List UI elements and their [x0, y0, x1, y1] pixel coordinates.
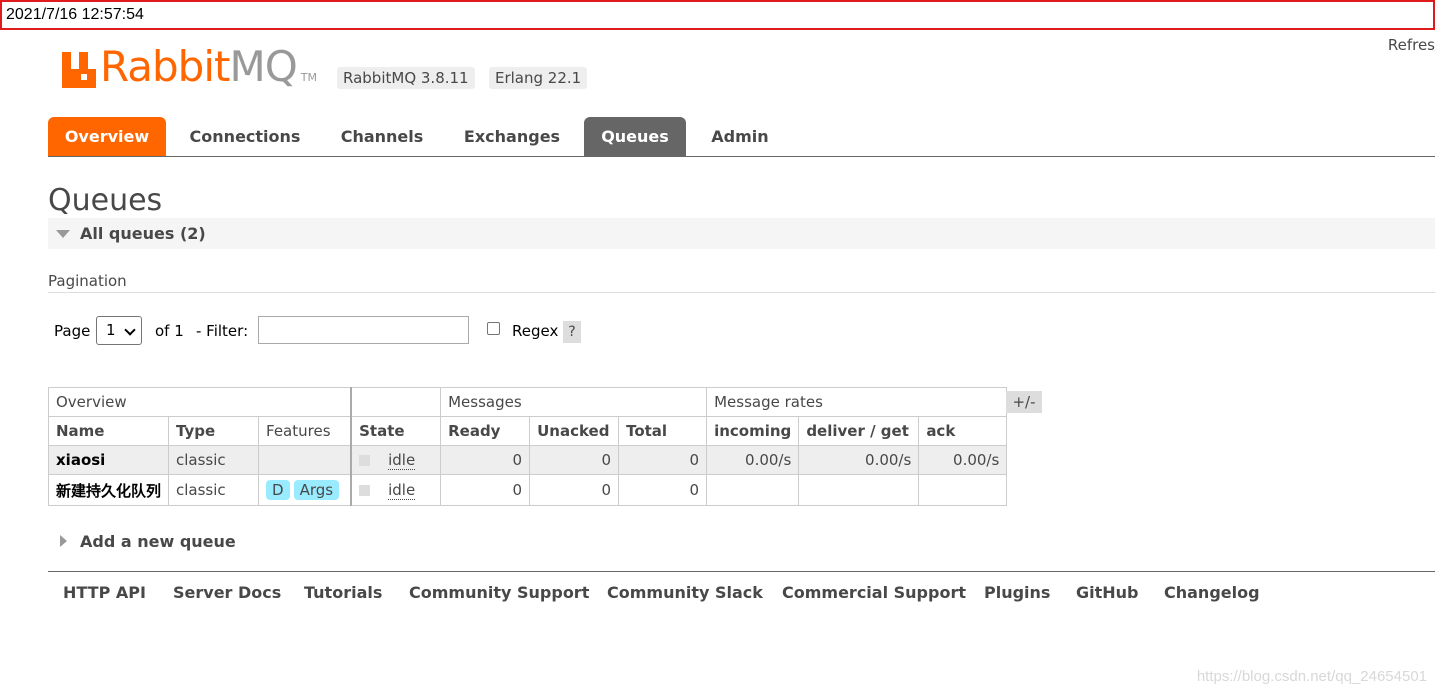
column-header-ready[interactable]: Ready — [440, 416, 531, 446]
toggle-columns-button[interactable]: +/- — [1006, 391, 1042, 413]
messages-total: 0 — [618, 445, 708, 475]
footer-link-community-slack[interactable]: Community Slack — [607, 583, 763, 602]
page-select[interactable]: 1 — [96, 316, 142, 345]
chevron-down-icon — [124, 324, 136, 336]
add-queue-label: Add a new queue — [80, 532, 236, 551]
page-count-label: of 1 — [155, 322, 184, 340]
footer-link-server-docs[interactable]: Server Docs — [173, 583, 281, 602]
regex-label: Regex — [512, 322, 559, 340]
queue-name-link[interactable]: xiaosi — [47, 445, 170, 475]
tab-connections[interactable]: Connections — [180, 117, 310, 156]
tab-exchanges[interactable]: Exchanges — [453, 117, 571, 156]
footer-link-tutorials[interactable]: Tutorials — [304, 583, 382, 602]
queue-type: classic — [168, 445, 260, 475]
column-header-incoming[interactable]: incoming — [706, 416, 800, 446]
rate-deliver-get — [798, 474, 920, 506]
trademark-mark: TM — [300, 71, 317, 84]
logo-wordmark: RabbitMQ — [100, 42, 298, 91]
column-header-name[interactable]: Name — [47, 416, 170, 446]
footer-link-commercial-support[interactable]: Commercial Support — [782, 583, 966, 602]
rate-incoming — [706, 474, 800, 506]
queue-type: classic — [168, 474, 260, 506]
rabbitmq-logo[interactable]: RabbitMQ TM — [62, 44, 317, 88]
group-header-overview: Overview — [48, 387, 352, 417]
messages-unacked: 0 — [529, 445, 620, 475]
timestamp-bar: 2021/7/16 12:57:54 — [0, 0, 1435, 30]
column-header-features[interactable]: Features — [258, 416, 352, 446]
queue-state: idle — [350, 445, 442, 475]
group-header-messages: Messages — [440, 387, 708, 417]
tab-queues[interactable]: Queues — [584, 117, 686, 156]
pagination-divider — [48, 292, 1435, 293]
column-header-total[interactable]: Total — [618, 416, 708, 446]
rabbit-logo-icon — [62, 52, 96, 88]
filter-label: - Filter: — [196, 322, 249, 340]
table-row[interactable]: xiaosi classic idle 0 0 0 0.00/s 0.00/s … — [47, 445, 1008, 475]
column-header-state[interactable]: State — [350, 416, 442, 446]
expand-triangle-icon — [60, 535, 67, 547]
rate-deliver-get: 0.00/s — [798, 445, 920, 475]
tab-overview[interactable]: Overview — [48, 117, 166, 156]
main-nav-tabs: Overview Connections Channels Exchanges … — [48, 117, 1435, 157]
state-indicator-icon — [359, 485, 371, 496]
watermark-text: https://blog.csdn.net/qq_24654501 — [1196, 668, 1427, 685]
queues-table: Overview Messages Message rates Name Typ… — [47, 387, 1008, 506]
filter-input[interactable] — [258, 316, 469, 344]
refresh-label[interactable]: Refres — [1388, 36, 1435, 54]
state-indicator-icon — [359, 455, 371, 466]
footer-link-github[interactable]: GitHub — [1076, 583, 1139, 602]
tab-admin[interactable]: Admin — [699, 117, 781, 156]
group-header-overview-state — [350, 387, 442, 417]
messages-ready: 0 — [440, 445, 531, 475]
queue-features — [258, 445, 352, 475]
feature-badge-durable: D — [266, 480, 290, 500]
table-group-header-row: Overview Messages Message rates — [48, 387, 1008, 417]
footer-link-community-support[interactable]: Community Support — [409, 583, 589, 602]
queue-name-link[interactable]: 新建持久化队列 — [47, 474, 170, 506]
rate-incoming: 0.00/s — [706, 445, 800, 475]
footer-link-plugins[interactable]: Plugins — [984, 583, 1050, 602]
rate-ack: 0.00/s — [918, 445, 1008, 475]
all-queues-label: All queues (2) — [80, 224, 206, 243]
collapse-triangle-icon — [56, 230, 70, 238]
pagination-label: Pagination — [48, 272, 127, 290]
footer-divider — [48, 571, 1435, 572]
feature-badge-args: Args — [293, 480, 340, 500]
table-row[interactable]: 新建持久化队列 classic D Args idle 0 0 0 — [47, 474, 1008, 506]
regex-help-button[interactable]: ? — [563, 321, 581, 343]
footer-link-changelog[interactable]: Changelog — [1164, 583, 1260, 602]
table-column-header-row: Name Type Features State Ready Unacked T… — [47, 416, 1008, 446]
rate-ack — [918, 474, 1008, 506]
rabbitmq-version-badge: RabbitMQ 3.8.11 — [337, 67, 475, 89]
state-label: idle — [388, 451, 416, 470]
regex-checkbox[interactable] — [487, 322, 500, 335]
messages-total: 0 — [618, 474, 708, 506]
column-header-unacked[interactable]: Unacked — [529, 416, 620, 446]
messages-unacked: 0 — [529, 474, 620, 506]
queue-features: D Args — [258, 474, 352, 506]
erlang-version-badge: Erlang 22.1 — [489, 67, 588, 89]
column-header-ack[interactable]: ack — [918, 416, 1008, 446]
column-header-type[interactable]: Type — [168, 416, 260, 446]
messages-ready: 0 — [440, 474, 531, 506]
queue-state: idle — [350, 474, 442, 506]
page-label: Page — [54, 322, 91, 340]
state-label: idle — [388, 481, 416, 500]
footer-link-http-api[interactable]: HTTP API — [63, 583, 146, 602]
tab-channels[interactable]: Channels — [328, 117, 436, 156]
group-header-message-rates: Message rates — [706, 387, 1008, 417]
all-queues-section-header[interactable]: All queues (2) — [48, 218, 1435, 249]
page-select-value: 1 — [106, 321, 116, 339]
page-title: Queues — [48, 183, 163, 218]
column-header-deliver-get[interactable]: deliver / get — [798, 416, 920, 446]
